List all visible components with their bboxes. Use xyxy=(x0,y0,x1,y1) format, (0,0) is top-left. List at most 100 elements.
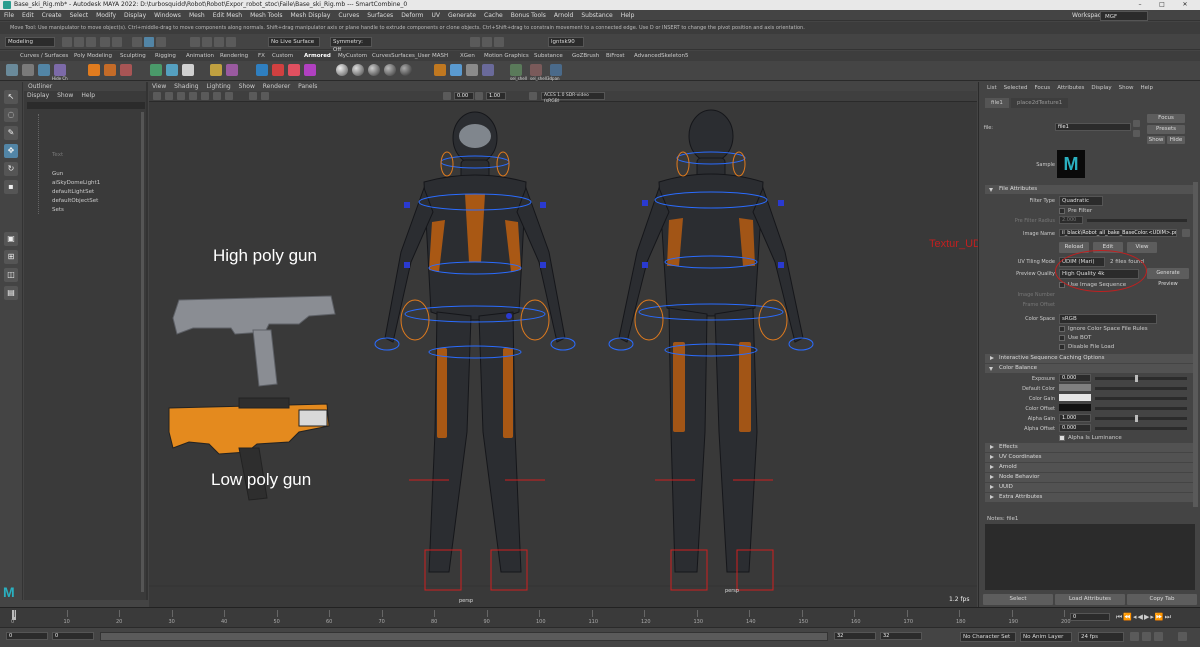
attr-menu-item[interactable]: Focus xyxy=(1034,85,1050,91)
attr-menu-item[interactable]: List xyxy=(987,85,997,91)
pre-filter-radius-field[interactable]: 2.000 xyxy=(1059,216,1083,224)
go-to-start-icon[interactable]: ⏮ xyxy=(1116,613,1122,623)
use-bot-checkbox[interactable] xyxy=(1059,335,1065,341)
shelf-tab[interactable]: Custom xyxy=(272,51,293,61)
new-scene-icon[interactable] xyxy=(62,37,72,47)
outliner-scrollbar[interactable] xyxy=(141,112,144,592)
outliner-menu-item[interactable]: Display xyxy=(27,92,49,99)
move-tool-icon[interactable]: ✥ xyxy=(4,144,18,158)
current-frame-field[interactable]: 0 xyxy=(1070,613,1110,621)
menu-item[interactable]: Edit Mesh xyxy=(209,10,246,21)
range-end-field[interactable]: 32 xyxy=(880,632,922,640)
section-extra-attributes[interactable]: Extra Attributes xyxy=(985,493,1195,502)
go-to-end-icon[interactable]: ⏭ xyxy=(1165,613,1171,623)
shelf-tool-icon[interactable] xyxy=(22,64,34,76)
select-hierarchy-icon[interactable] xyxy=(132,37,142,47)
wireframe-icon[interactable] xyxy=(177,92,185,100)
menu-item[interactable]: Select xyxy=(66,10,93,21)
section-color-balance[interactable]: Color Balance xyxy=(985,364,1195,373)
hide-button[interactable]: Hide xyxy=(1167,136,1185,144)
shelf-tab[interactable]: XGen xyxy=(460,51,475,61)
menu-item[interactable]: Edit xyxy=(18,10,38,21)
section-arnold[interactable]: Arnold xyxy=(985,463,1195,472)
viewport-menu-item[interactable]: Shading xyxy=(171,83,201,90)
select-object-icon[interactable] xyxy=(144,37,154,47)
snap-grid-icon[interactable] xyxy=(190,37,200,47)
load-attributes-button[interactable]: Load Attributes xyxy=(1055,594,1125,605)
maximize-icon[interactable]: □ xyxy=(1152,0,1172,10)
outliner-item[interactable]: defaultLightSet xyxy=(52,189,94,195)
shelf-tab[interactable]: GoZBrush xyxy=(572,51,599,61)
shelf-tool-icon[interactable] xyxy=(88,64,100,76)
snap-surface-icon[interactable] xyxy=(226,37,236,47)
play-forward-icon[interactable]: ▶ xyxy=(1144,613,1149,623)
render-icon[interactable] xyxy=(470,37,480,47)
step-back-icon[interactable]: ◂ xyxy=(1133,613,1137,623)
shelf-tool-icon[interactable] xyxy=(104,64,116,76)
shelf-tab[interactable]: Curves / Surfaces xyxy=(20,51,68,61)
generate-preview-button[interactable]: Generate Preview xyxy=(1147,268,1189,287)
fps-dropdown[interactable]: 24 fps xyxy=(1078,632,1124,642)
shelf-tab[interactable]: Rendering xyxy=(220,51,248,61)
key-icon[interactable] xyxy=(1142,632,1151,641)
shelf-tab[interactable]: MASH xyxy=(432,51,448,61)
sphere-icon[interactable] xyxy=(384,64,396,76)
shelf-tab[interactable]: BiFrost xyxy=(606,51,625,61)
undo-icon[interactable] xyxy=(100,37,110,47)
play-back-icon[interactable]: ◀ xyxy=(1138,613,1143,623)
shelf-tool-icon[interactable] xyxy=(120,64,132,76)
menu-item[interactable]: Display xyxy=(120,10,150,21)
ignore-cs-checkbox[interactable] xyxy=(1059,326,1065,332)
time-slider[interactable]: 0 10 20 30 40 50 60 70 80 90 100 110 120 130 140 150 160… xyxy=(0,607,1200,627)
close-icon[interactable]: ✕ xyxy=(1175,0,1195,10)
shadows-icon[interactable] xyxy=(225,92,233,100)
alpha-offset-field[interactable]: 0.000 xyxy=(1059,424,1091,432)
shelf-tool-icon[interactable] xyxy=(304,64,316,76)
menu-item[interactable]: Create xyxy=(38,10,66,21)
color-management-icon[interactable] xyxy=(529,92,537,100)
shelf-tool-icon[interactable] xyxy=(38,64,50,76)
color-gain-slider[interactable] xyxy=(1095,397,1187,400)
viewport-menu-item[interactable]: Panels xyxy=(295,83,320,90)
color-space-dropdown[interactable]: sRGB xyxy=(1059,314,1157,324)
workspace-dropdown[interactable]: MGF xyxy=(1100,11,1148,21)
snap-point-icon[interactable] xyxy=(214,37,224,47)
outliner-item[interactable]: Text xyxy=(52,152,63,158)
redo-icon[interactable] xyxy=(112,37,122,47)
filter-type-dropdown[interactable]: Quadratic xyxy=(1059,196,1103,206)
outliner-item[interactable]: defaultObjectSet xyxy=(52,198,98,204)
shelf-tab[interactable]: MyCustom xyxy=(338,51,367,61)
loop-icon[interactable] xyxy=(1130,632,1139,641)
shelf-tab[interactable]: Substance xyxy=(534,51,563,61)
shelf-tool-icon[interactable] xyxy=(182,64,194,76)
select-output-icon[interactable] xyxy=(1133,130,1140,137)
shelf-tool-icon[interactable] xyxy=(550,64,562,76)
viewport-menu-item[interactable]: Show xyxy=(236,83,258,90)
xray-icon[interactable] xyxy=(261,92,269,100)
exposure-field[interactable]: 0.00 xyxy=(454,92,474,100)
shelf-tool-icon[interactable] xyxy=(510,64,522,76)
menu-item[interactable]: Bonus Tools xyxy=(507,10,550,21)
shelf-tool-icon[interactable] xyxy=(256,64,268,76)
shelf-tab[interactable]: CurvesSurfaces_User xyxy=(372,51,430,61)
menu-item[interactable]: Windows xyxy=(150,10,185,21)
section-node-behavior[interactable]: Node Behavior xyxy=(985,473,1195,482)
menuset-dropdown[interactable]: Modeling xyxy=(5,37,55,47)
smooth-shade-icon[interactable] xyxy=(189,92,197,100)
sphere-icon[interactable] xyxy=(352,64,364,76)
symmetry-dropdown[interactable]: Symmetry: Off xyxy=(330,37,372,53)
textured-icon[interactable] xyxy=(201,92,209,100)
menu-item[interactable]: Modify xyxy=(92,10,120,21)
menu-item[interactable]: UV xyxy=(428,10,445,21)
shelf-tab[interactable]: Motion Graphics xyxy=(484,51,529,61)
lasso-tool-icon[interactable]: ◌ xyxy=(4,108,18,122)
layout-outliner-icon[interactable]: ▤ xyxy=(4,286,18,300)
anim-layer-dropdown[interactable]: No Anim Layer xyxy=(1020,632,1072,642)
lights-icon[interactable] xyxy=(213,92,221,100)
color-offset-slider[interactable] xyxy=(1095,407,1187,410)
scale-tool-icon[interactable]: ▪ xyxy=(4,180,18,194)
attr-menu-item[interactable]: Show xyxy=(1119,85,1134,91)
menu-item[interactable]: File xyxy=(0,10,18,21)
select-button[interactable]: Select xyxy=(983,594,1053,605)
range-start-field[interactable]: 0 xyxy=(6,632,48,640)
